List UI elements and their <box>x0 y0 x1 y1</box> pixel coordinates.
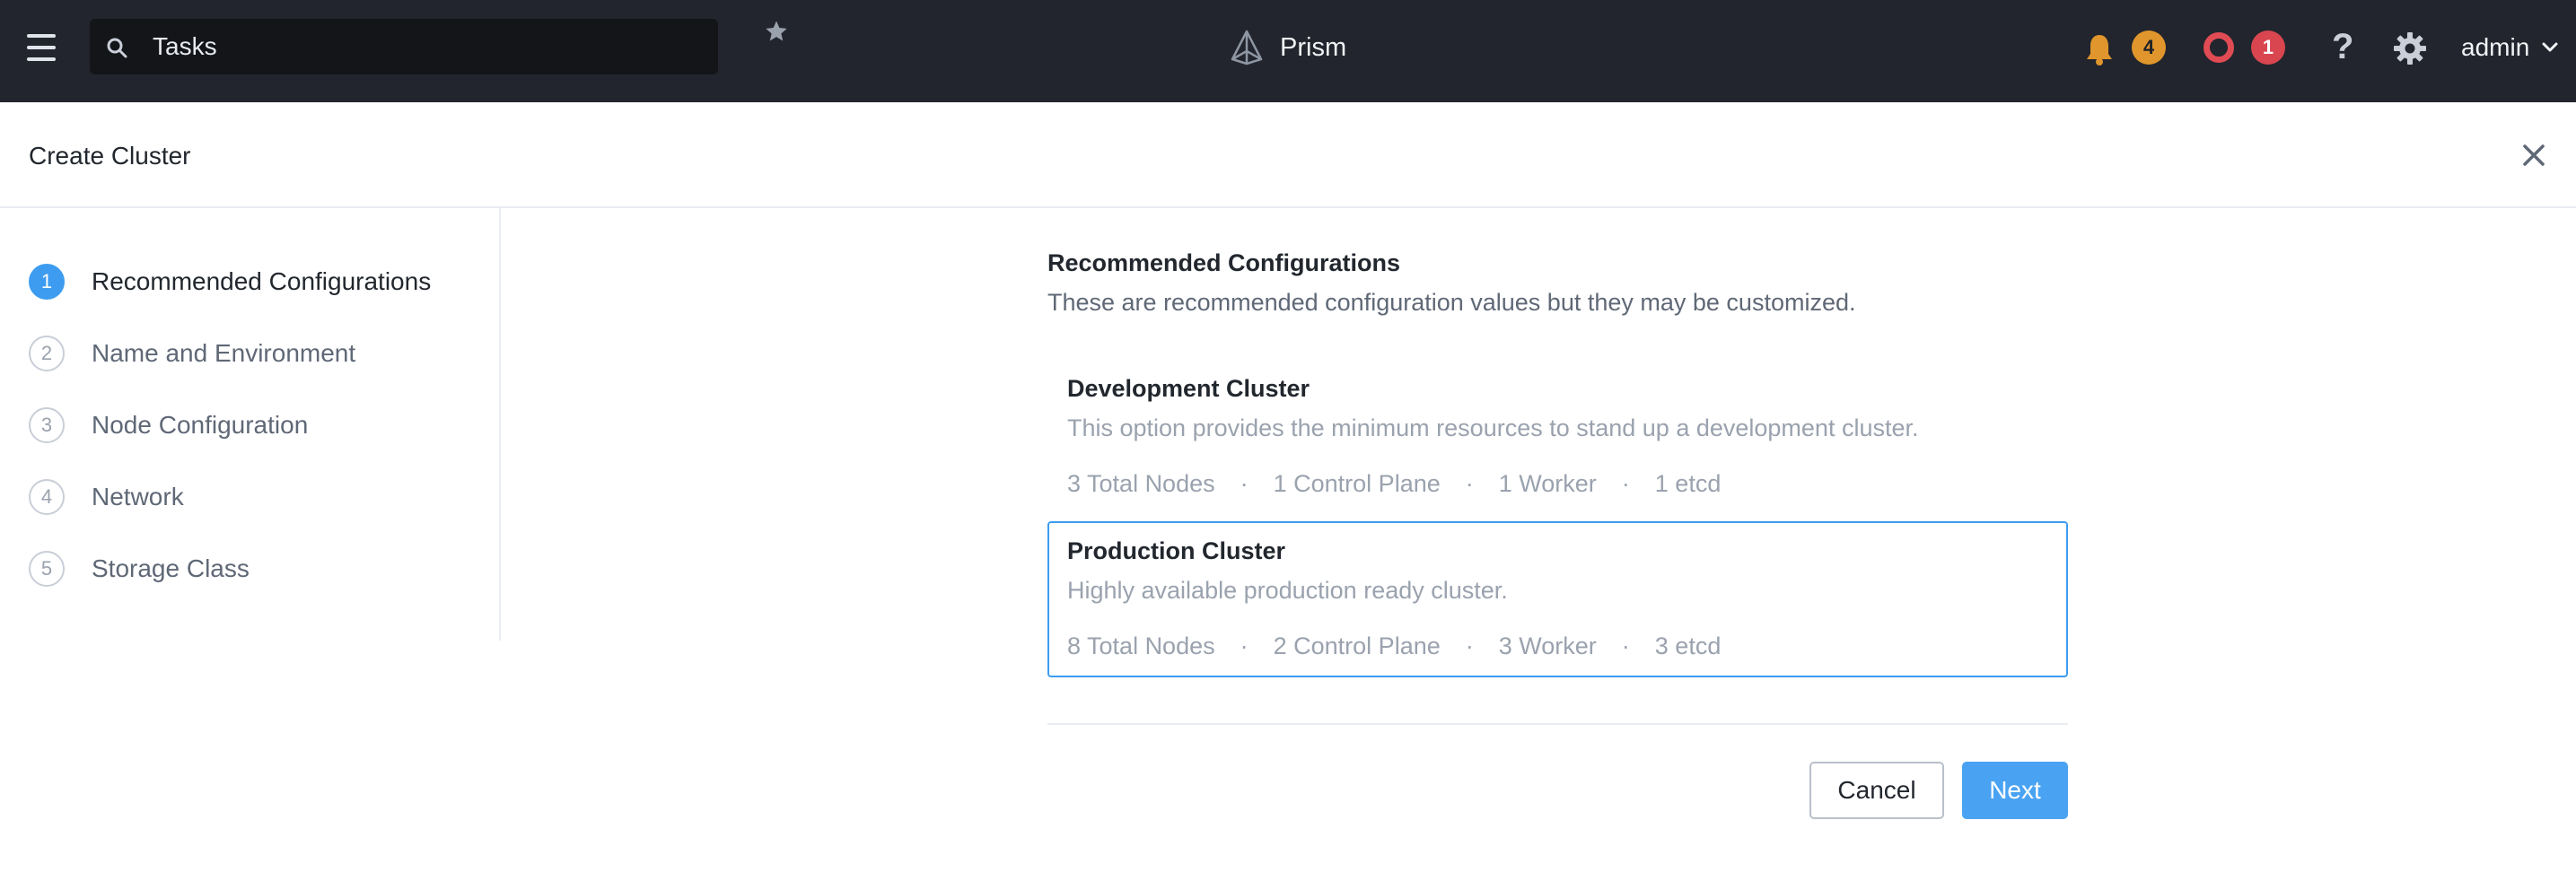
search-input-value[interactable]: Tasks <box>153 33 217 60</box>
option-title: Development Cluster <box>1067 375 1310 402</box>
question-icon[interactable]: ? <box>2332 27 2353 67</box>
close-icon[interactable] <box>2520 142 2547 169</box>
step-number: 5 <box>29 551 65 587</box>
option-description: Highly available production ready cluste… <box>1067 577 1508 604</box>
cancel-button[interactable]: Cancel <box>1809 762 1944 819</box>
spec-control-plane: 1 Control Plane <box>1273 470 1441 497</box>
search-icon <box>107 38 127 58</box>
gear-icon[interactable] <box>2393 31 2427 65</box>
step-label: Name and Environment <box>92 339 356 367</box>
spec-total-nodes: 3 Total Nodes <box>1067 470 1215 497</box>
spec-worker: 1 Worker <box>1498 470 1597 497</box>
prism-logo-icon <box>1231 30 1263 65</box>
option-development-cluster[interactable]: Development Cluster This option provides… <box>1047 359 2068 515</box>
step-label: Node Configuration <box>92 411 309 439</box>
footer-divider <box>1047 723 2068 725</box>
section-description: These are recommended configuration valu… <box>1047 289 1856 316</box>
step-storage-class[interactable]: 5 Storage Class <box>29 551 250 587</box>
option-specs: 3 Total Nodes · 1 Control Plane · 1 Work… <box>1067 470 1721 498</box>
hamburger-icon[interactable] <box>27 34 56 61</box>
spec-separator: · <box>1240 632 1249 659</box>
next-button[interactable]: Next <box>1962 762 2068 819</box>
step-recommended-configurations[interactable]: 1 Recommended Configurations <box>29 264 431 300</box>
step-node-configuration[interactable]: 3 Node Configuration <box>29 407 308 443</box>
user-menu[interactable]: admin <box>2461 33 2558 62</box>
spec-etcd: 3 etcd <box>1654 632 1722 659</box>
spec-separator: · <box>1465 470 1474 497</box>
option-title: Production Cluster <box>1067 537 1286 564</box>
step-label: Network <box>92 483 184 510</box>
notification-count-badge[interactable]: 4 <box>2132 31 2166 65</box>
step-number: 1 <box>29 264 65 300</box>
alert-circle-icon[interactable] <box>2204 32 2234 63</box>
spec-separator: · <box>1621 470 1630 497</box>
spec-separator: · <box>1465 632 1474 659</box>
step-network[interactable]: 4 Network <box>29 479 184 515</box>
brand[interactable]: Prism <box>1230 25 1346 70</box>
step-number: 4 <box>29 479 65 515</box>
top-navigation-bar: Tasks Prism 4 1 ? admin <box>0 0 2576 102</box>
spec-total-nodes: 8 Total Nodes <box>1067 632 1215 659</box>
chevron-down-icon <box>2542 42 2558 52</box>
step-label: Recommended Configurations <box>92 267 432 295</box>
option-production-cluster[interactable]: Production Cluster Highly available prod… <box>1047 521 2068 677</box>
step-number: 2 <box>29 336 65 371</box>
option-specs: 8 Total Nodes · 2 Control Plane · 3 Work… <box>1067 632 1721 660</box>
spec-worker: 3 Worker <box>1498 632 1597 659</box>
alert-count-badge[interactable]: 1 <box>2251 31 2285 65</box>
step-name-and-environment[interactable]: 2 Name and Environment <box>29 336 355 371</box>
step-label: Storage Class <box>92 554 250 582</box>
star-icon[interactable] <box>764 19 789 44</box>
spec-separator: · <box>1240 470 1249 497</box>
spec-separator: · <box>1621 632 1630 659</box>
brand-name: Prism <box>1280 32 1347 62</box>
page-title: Create Cluster <box>29 142 191 170</box>
section-title: Recommended Configurations <box>1047 249 1401 276</box>
bell-icon[interactable] <box>2084 32 2115 66</box>
search-bar[interactable]: Tasks <box>90 19 787 74</box>
user-name: admin <box>2461 33 2530 61</box>
option-description: This option provides the minimum resourc… <box>1067 414 1919 441</box>
modal-header: Create Cluster <box>0 102 2576 208</box>
spec-control-plane: 2 Control Plane <box>1273 632 1441 659</box>
spec-etcd: 1 etcd <box>1654 470 1722 497</box>
step-number: 3 <box>29 407 65 443</box>
wizard-steps: 1 Recommended Configurations 2 Name and … <box>0 208 501 641</box>
